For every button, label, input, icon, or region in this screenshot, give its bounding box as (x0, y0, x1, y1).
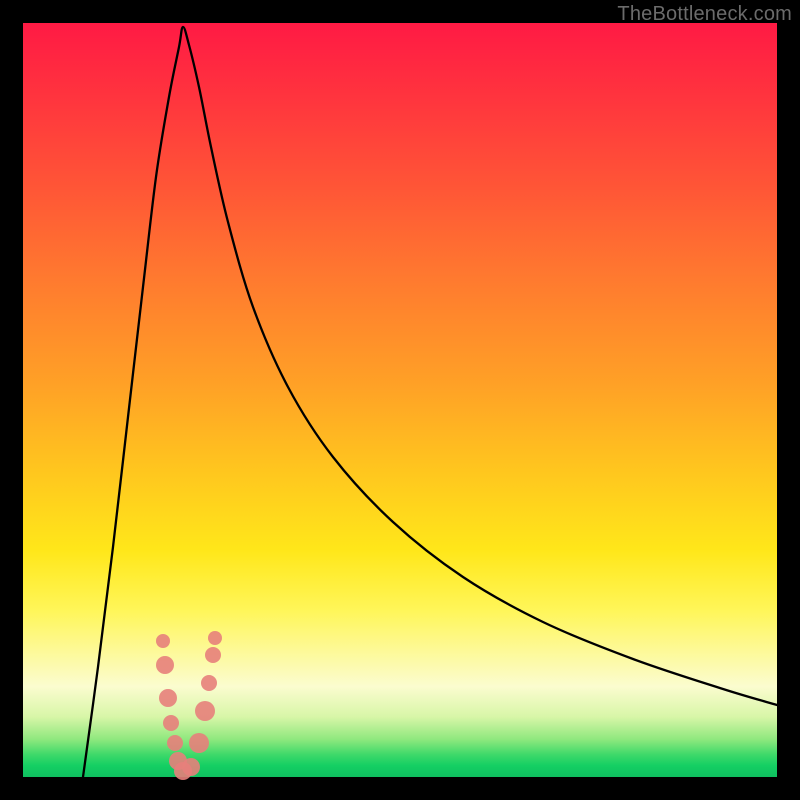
chart-svg (23, 23, 777, 777)
bottleneck-curve (83, 27, 777, 777)
data-dot (163, 715, 179, 731)
plot-area (23, 23, 777, 777)
data-dot (195, 701, 215, 721)
dots-group (156, 631, 222, 780)
watermark-text: TheBottleneck.com (617, 3, 792, 26)
data-dot (182, 758, 200, 776)
data-dot (159, 689, 177, 707)
data-dot (156, 656, 174, 674)
data-dot (205, 647, 221, 663)
data-dot (189, 733, 209, 753)
data-dot (201, 675, 217, 691)
data-dot (156, 634, 170, 648)
chart-frame: TheBottleneck.com (0, 0, 800, 800)
data-dot (208, 631, 222, 645)
data-dot (167, 735, 183, 751)
